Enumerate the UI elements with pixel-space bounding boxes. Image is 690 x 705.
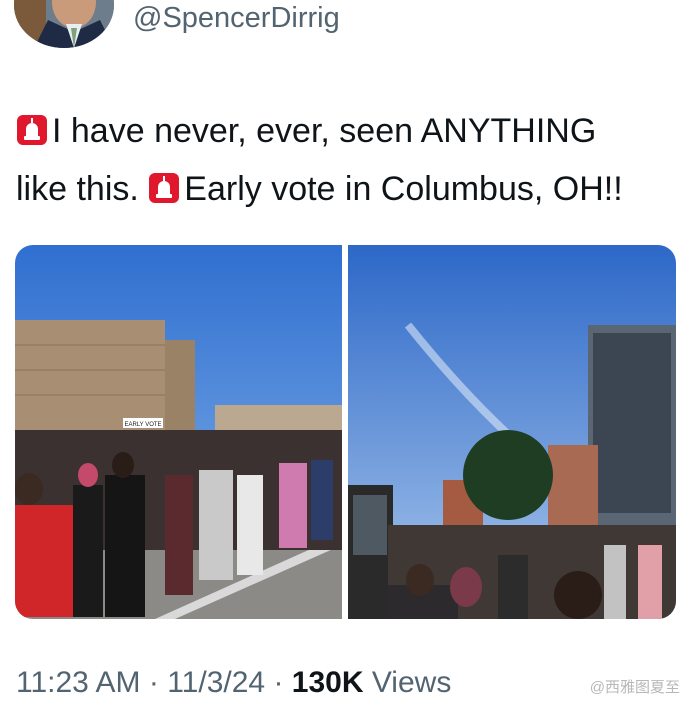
photo-left[interactable]: EARLY VOTE <box>15 245 342 619</box>
tweet-time[interactable]: 11:23 AM <box>16 666 141 699</box>
tweet-line-2: like this. Early vote in Columbus, OH!! <box>16 162 676 220</box>
tweet-metadata: 11:23 AM · 11/3/24 · 130K Views <box>16 666 451 700</box>
separator: · <box>148 666 159 699</box>
siren-icon <box>16 108 48 162</box>
tweet-line-1: I have never, ever, seen ANYTHING <box>16 104 676 162</box>
author-handle[interactable]: @SpencerDirrig <box>133 2 340 35</box>
siren-icon <box>148 166 180 220</box>
photo-right[interactable] <box>348 245 676 619</box>
early-vote-sign: EARLY VOTE <box>124 422 161 428</box>
separator: · <box>273 666 284 699</box>
tweet-line-1-text: I have never, ever, seen ANYTHING <box>52 112 597 150</box>
author-avatar[interactable] <box>14 0 114 48</box>
tweet-date[interactable]: 11/3/24 <box>167 666 265 699</box>
views-count: 130K <box>291 666 364 699</box>
tweet-line-2a-text: like this. <box>16 170 139 208</box>
tweet-text: I have never, ever, seen ANYTHING like t… <box>16 104 676 220</box>
watermark: @西雅图夏至 <box>589 679 680 696</box>
media-grid: EARLY VOTE <box>15 245 676 619</box>
views-label: Views <box>371 666 452 699</box>
tweet-line-2b-text: Early vote in Columbus, OH!! <box>184 170 623 208</box>
